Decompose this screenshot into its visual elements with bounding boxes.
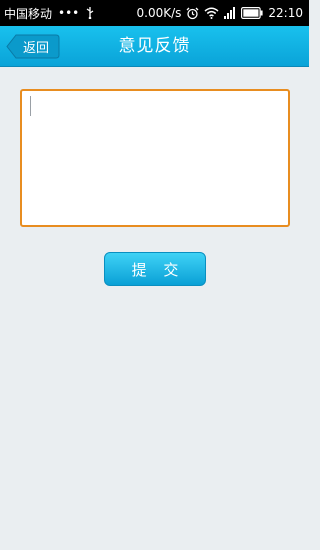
battery-icon bbox=[241, 7, 264, 19]
submit-button[interactable]: 提 交 bbox=[104, 252, 206, 286]
back-label: 返回 bbox=[22, 41, 49, 56]
back-button[interactable]: 返回 bbox=[6, 34, 60, 59]
status-right: 0.00K/s 22:10 bbox=[137, 6, 303, 20]
usb-icon bbox=[85, 7, 95, 19]
carrier-name: 中国移动 bbox=[4, 6, 53, 21]
clock: 22:10 bbox=[268, 6, 303, 20]
title-bar: 返回 意见反馈 bbox=[0, 26, 309, 67]
status-bar: 中国移动 ••• 0.00K/s 22:10 bbox=[0, 0, 309, 26]
signal-icon bbox=[224, 7, 236, 19]
notification-dots: ••• bbox=[58, 6, 80, 20]
feedback-input[interactable] bbox=[20, 89, 290, 227]
network-speed: 0.00K/s bbox=[136, 6, 182, 20]
text-cursor bbox=[30, 96, 31, 116]
wifi-icon bbox=[204, 7, 219, 19]
alarm-icon bbox=[186, 7, 199, 20]
status-left: 中国移动 ••• bbox=[4, 5, 95, 22]
